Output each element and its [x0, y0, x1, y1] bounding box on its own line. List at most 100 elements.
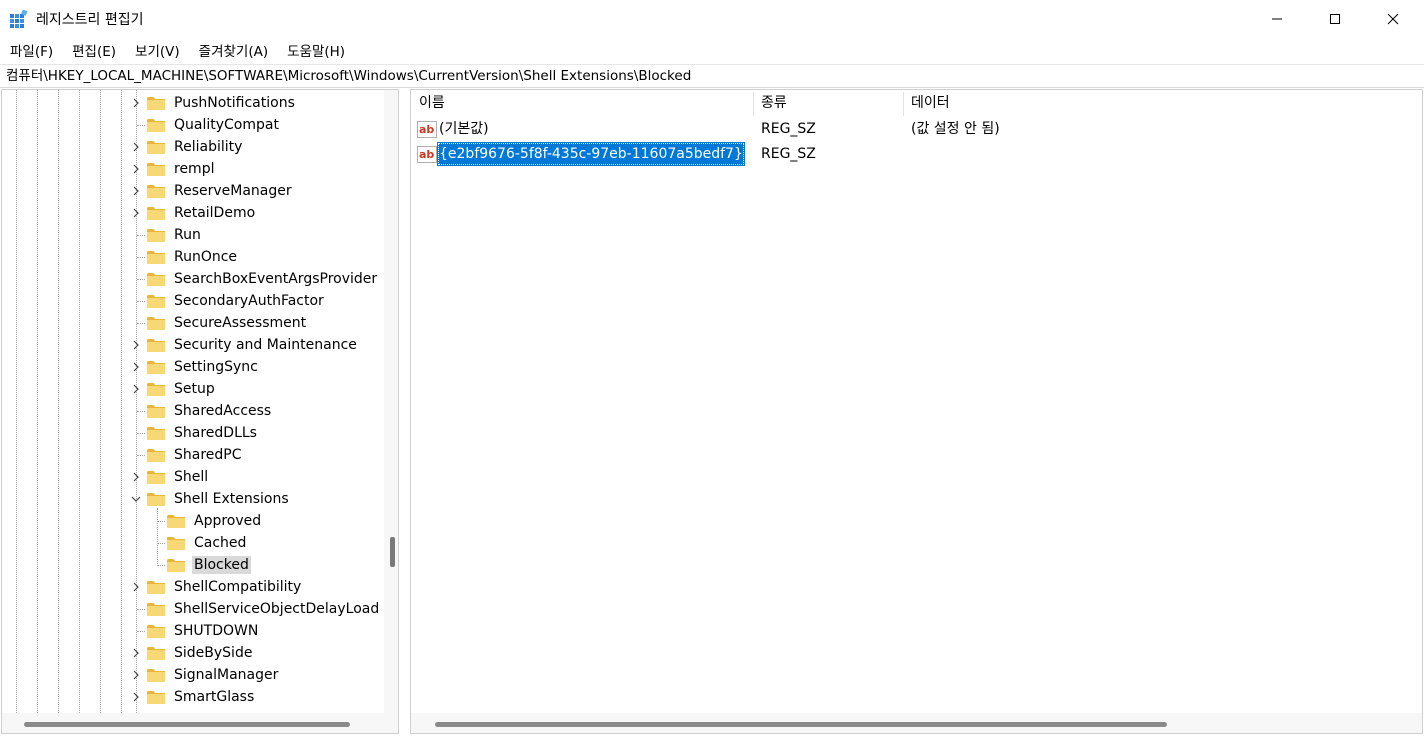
chevron-right-icon[interactable] [130, 669, 142, 681]
chevron-right-icon[interactable] [130, 647, 142, 659]
tree-item[interactable]: SideBySide [146, 642, 254, 664]
folder-icon [147, 339, 165, 352]
key-tree-pane[interactable]: PushNotifications QualityCompat Reliabilit… [1, 89, 399, 734]
tree-vertical-scrollbar[interactable] [384, 90, 398, 713]
tree-item[interactable]: Setup [146, 378, 217, 400]
tree-item[interactable]: SharedAccess [146, 400, 273, 422]
close-button[interactable] [1364, 0, 1422, 38]
tree-item[interactable]: SharedPC [146, 444, 244, 466]
menu-help[interactable]: 도움말(H) [287, 40, 345, 60]
folder-icon [147, 427, 165, 440]
tree-item-label: PushNotifications [174, 95, 295, 111]
tree-item[interactable]: ShellCompatibility [146, 576, 303, 598]
chevron-right-icon[interactable] [130, 97, 142, 109]
tree-guide-line [16, 90, 17, 713]
menu-file[interactable]: 파일(F) [10, 40, 53, 60]
folder-icon [147, 97, 165, 110]
tree-item[interactable]: ShellServiceObjectDelayLoad [146, 598, 381, 620]
value-row[interactable]: ab (기본값) REG_SZ (값 설정 안 됨) [411, 117, 1422, 141]
folder-icon [147, 471, 165, 484]
tree-item[interactable]: Reliability [146, 136, 244, 158]
tree-horizontal-scroll-thumb[interactable] [24, 722, 350, 727]
chevron-right-icon[interactable] [130, 141, 142, 153]
maximize-button[interactable] [1306, 0, 1364, 38]
tree-item-label: RunOnce [174, 249, 238, 265]
tree-item[interactable]: PushNotifications [146, 92, 297, 114]
tree-item[interactable]: SecureAssessment [146, 312, 308, 334]
tree-item[interactable]: Cached [166, 532, 248, 554]
folder-icon [167, 515, 185, 528]
tree-item[interactable]: Shell [146, 466, 210, 488]
folder-icon [147, 405, 165, 418]
tree-item-label: SecureAssessment [174, 315, 307, 331]
tree-item-label: SearchBoxEventArgsProvider [174, 271, 378, 287]
menu-favorites[interactable]: 즐겨찾기(A) [199, 40, 268, 60]
chevron-right-icon[interactable] [130, 339, 142, 351]
tree-item-label: Cached [194, 535, 247, 551]
tree-item[interactable]: QualityCompat [146, 114, 281, 136]
tree-connector [137, 433, 145, 434]
tree-item-label: SharedPC [174, 447, 242, 463]
tree-connector [137, 301, 145, 302]
address-bar[interactable]: 컴퓨터\HKEY_LOCAL_MACHINE\SOFTWARE\Microsof… [0, 64, 1424, 88]
list-horizontal-scroll-thumb[interactable] [435, 722, 1167, 727]
tree-connector [157, 565, 165, 566]
values-list-pane[interactable]: 이름 종류 데이터 ab (기본값) REG_SZ (값 설정 안 됨) ab … [410, 89, 1423, 734]
tree-guide-line [37, 90, 38, 713]
tree-vertical-scroll-thumb[interactable] [390, 537, 395, 567]
folder-icon [147, 163, 165, 176]
chevron-right-icon[interactable] [130, 163, 142, 175]
chevron-right-icon[interactable] [130, 581, 142, 593]
column-header-name[interactable]: 이름 [411, 90, 445, 116]
folder-icon [147, 581, 165, 594]
tree-item[interactable]: SmartGlass [146, 686, 256, 708]
tree-item-label: Blocked [192, 556, 251, 574]
tree-item[interactable]: Security and Maintenance [146, 334, 359, 356]
svg-text:ab: ab [419, 123, 434, 136]
tree-item-label: Approved [194, 513, 262, 529]
tree-item[interactable]: SettingSync [146, 356, 260, 378]
tree-item[interactable]: RetailDemo [146, 202, 257, 224]
chevron-down-icon[interactable] [130, 493, 142, 505]
title-bar[interactable]: 레지스트리 편집기 [0, 0, 1424, 38]
minimize-icon [1272, 18, 1282, 20]
folder-icon [147, 207, 165, 220]
maximize-icon [1330, 14, 1340, 24]
chevron-right-icon[interactable] [130, 383, 142, 395]
tree-item[interactable]: Run [146, 224, 203, 246]
folder-icon [147, 493, 165, 506]
pane-splitter[interactable] [403, 89, 407, 734]
minimize-button[interactable] [1248, 0, 1306, 38]
chevron-right-icon[interactable] [130, 185, 142, 197]
tree-item[interactable]: rempl [146, 158, 216, 180]
menu-view[interactable]: 보기(V) [135, 40, 180, 60]
chevron-right-icon[interactable] [130, 361, 142, 373]
tree-item[interactable]: SignalManager [146, 664, 280, 686]
tree-guide-line [157, 508, 158, 566]
chevron-right-icon[interactable] [130, 207, 142, 219]
tree-item-label: SettingSync [174, 359, 258, 375]
tree-item[interactable]: SHUTDOWN [146, 620, 260, 642]
value-row[interactable]: ab {e2bf9676-5f8f-435c-97eb-11607a5bedf7… [411, 142, 1422, 166]
column-header-type[interactable]: 종류 [753, 90, 787, 116]
reg-string-value-icon: ab [417, 121, 437, 138]
tree-item[interactable]: Blocked [166, 554, 251, 576]
value-name-selected[interactable]: {e2bf9676-5f8f-435c-97eb-11607a5bedf7} [437, 142, 745, 166]
folder-icon [147, 295, 165, 308]
folder-icon [147, 251, 165, 264]
value-data: (값 설정 안 됨) [911, 121, 1000, 137]
tree-item[interactable]: SearchBoxEventArgsProvider [146, 268, 379, 290]
column-header-data[interactable]: 데이터 [903, 90, 950, 116]
menu-edit[interactable]: 편집(E) [72, 40, 116, 60]
tree-item[interactable]: Approved [166, 510, 263, 532]
tree-item-label: ReserveManager [174, 183, 292, 199]
tree-item[interactable]: ReserveManager [146, 180, 294, 202]
folder-icon [147, 669, 165, 682]
tree-item[interactable]: RunOnce [146, 246, 239, 268]
tree-item[interactable]: Shell Extensions [146, 488, 291, 510]
tree-item[interactable]: SharedDLLs [146, 422, 259, 444]
chevron-right-icon[interactable] [130, 471, 142, 483]
tree-item-label: SmartGlass [174, 689, 255, 705]
chevron-right-icon[interactable] [130, 691, 142, 703]
tree-item[interactable]: SecondaryAuthFactor [146, 290, 326, 312]
